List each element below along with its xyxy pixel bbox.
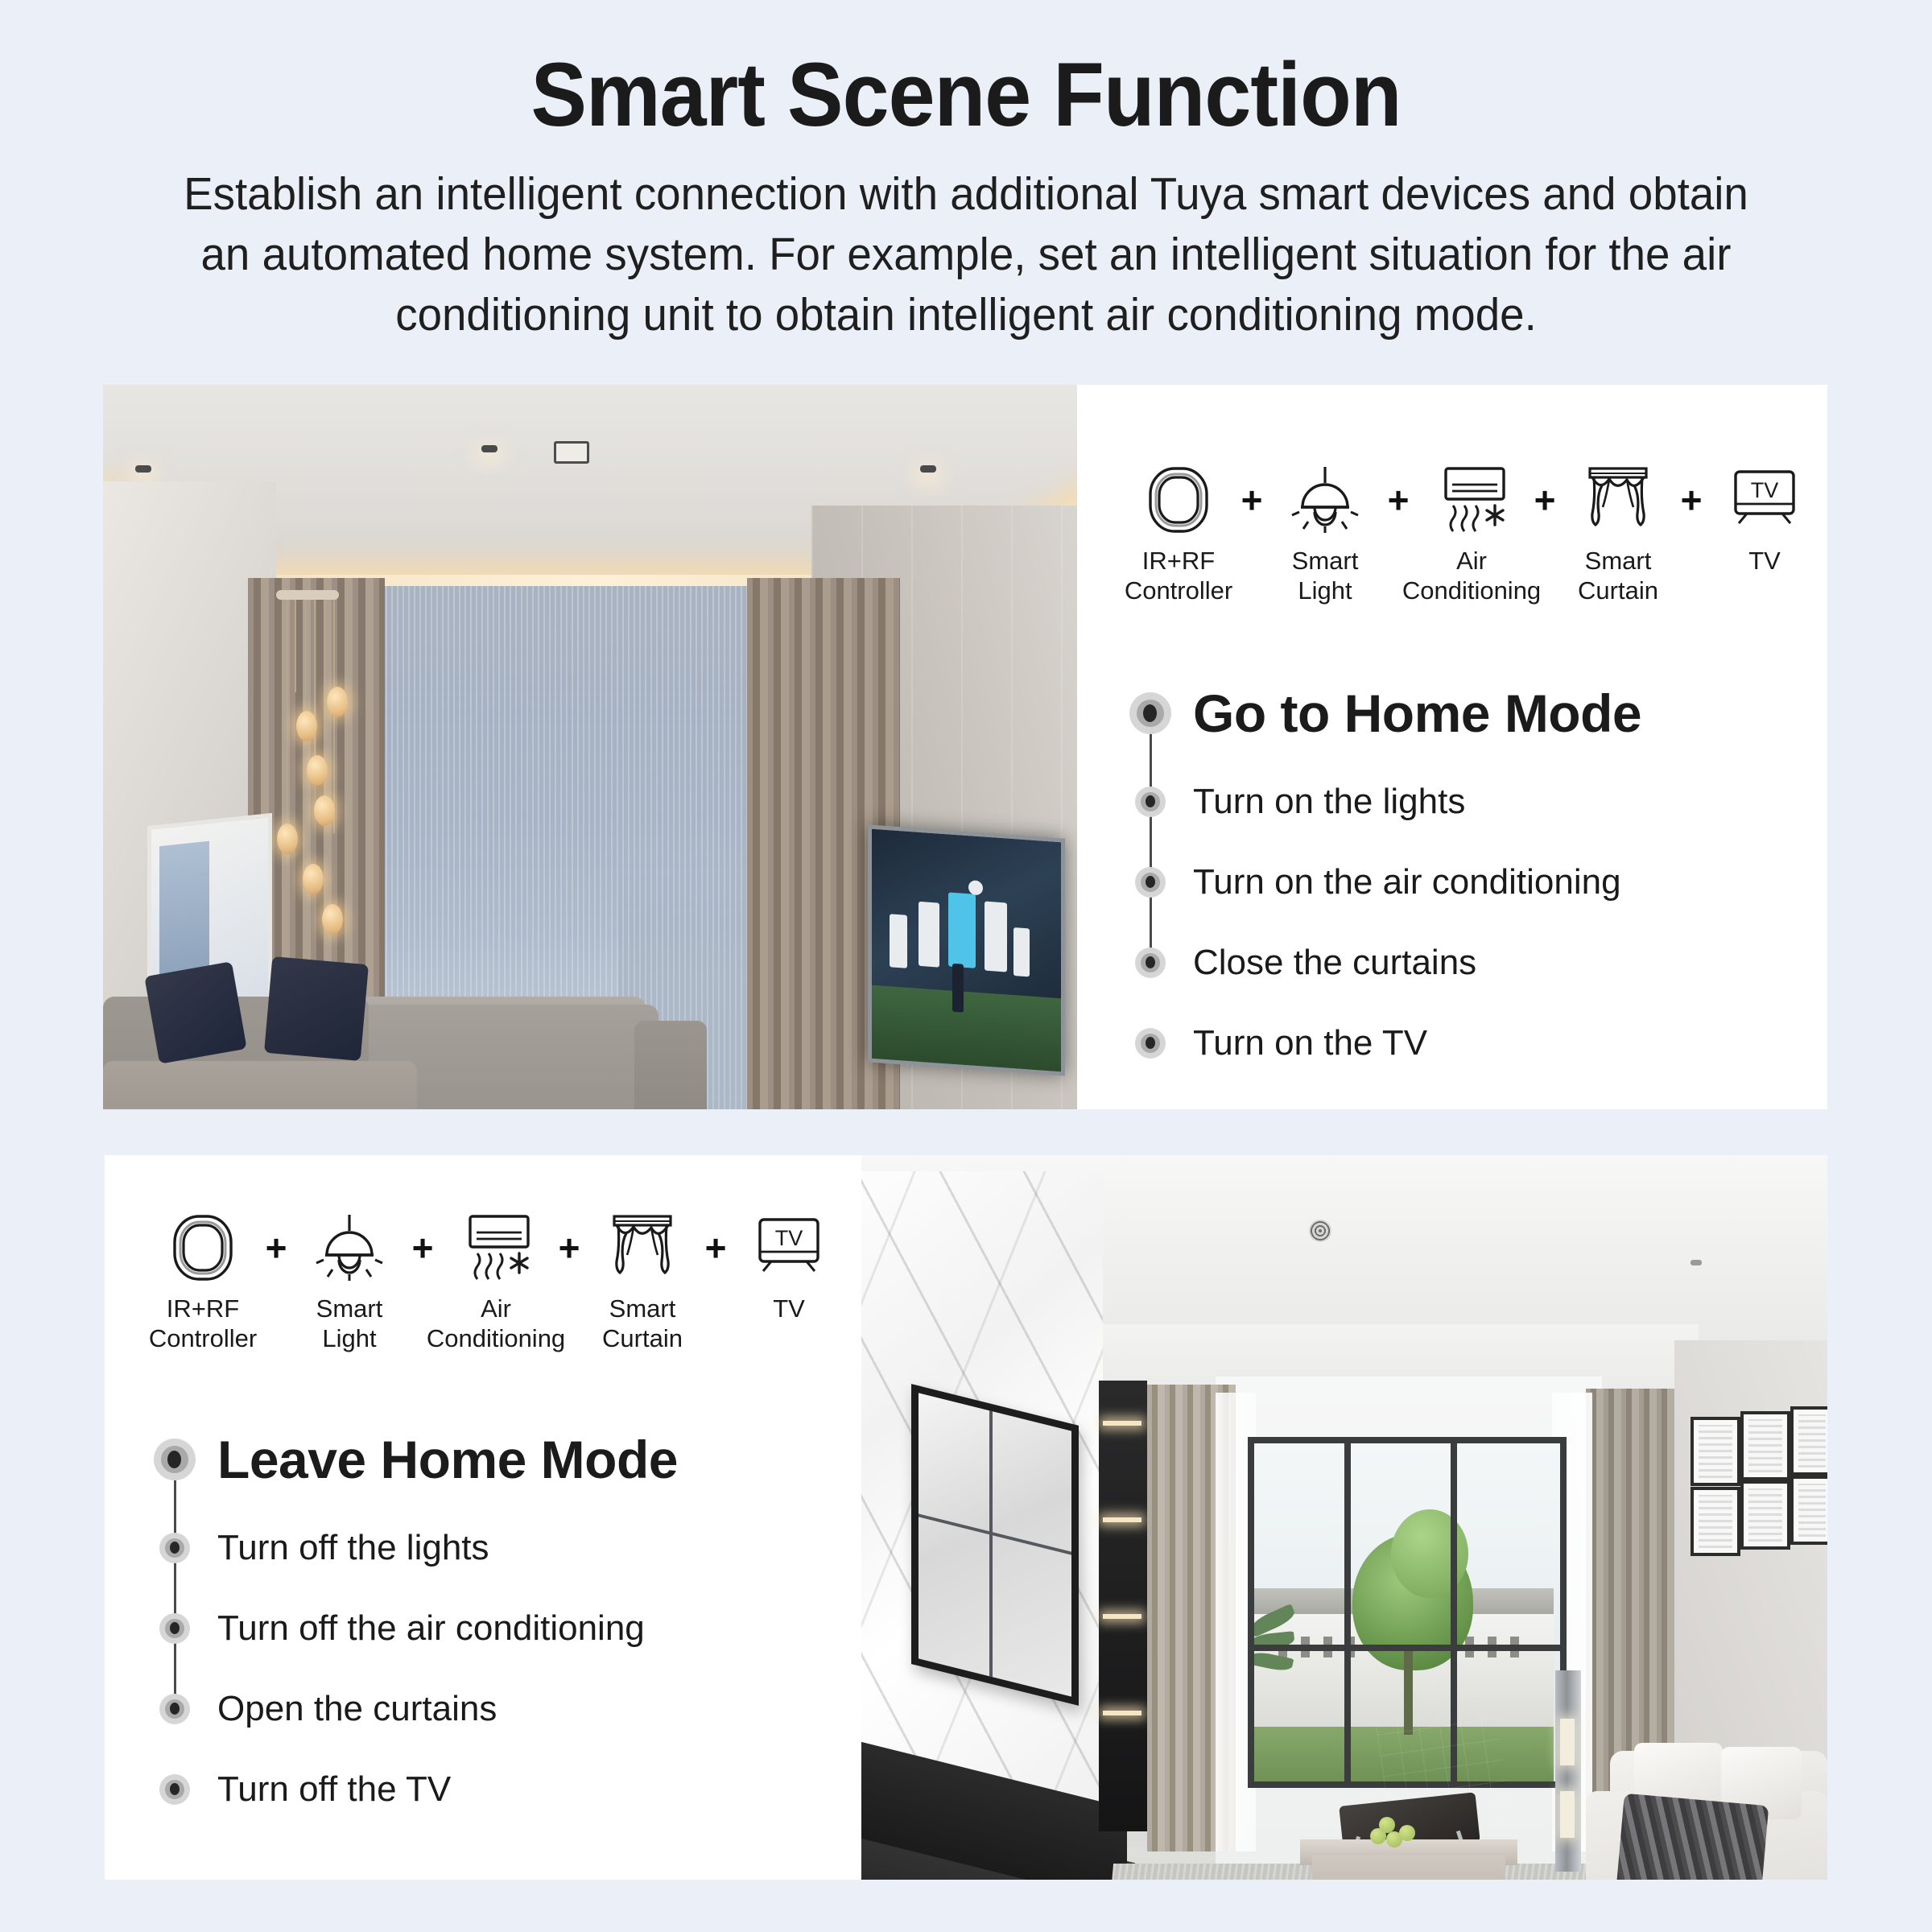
scene-step-label: Turn off the TV (217, 1769, 452, 1809)
device-strip-top: IR+RF Controller + Smart Light + Air Con… (1124, 465, 1816, 605)
air-conditioning-icon (1431, 465, 1512, 535)
timeline-step: Close the curtains (1127, 935, 1819, 990)
scene-step-label: Turn off the lights (217, 1528, 489, 1567)
scene-title: Go to Home Mode (1193, 683, 1642, 743)
device-label: Air Conditioning (1402, 547, 1542, 605)
tv-on-wall (868, 824, 1065, 1076)
scene-title: Leave Home Mode (217, 1430, 679, 1489)
go-to-home-mode-content: IR+RF Controller + Smart Light + Air Con… (1077, 385, 1827, 1109)
plus-separator-2: + (1387, 479, 1410, 521)
scene-card-go-to-home-mode: IR+RF Controller + Smart Light + Air Con… (103, 385, 1827, 1109)
timeline-bullet-icon (151, 1686, 198, 1732)
timeline-step: Open the curtains (151, 1682, 844, 1736)
device-label: TV (773, 1294, 805, 1323)
device-smart-light[interactable]: Smart Light (1274, 465, 1377, 605)
smart-light-icon (1289, 465, 1361, 535)
timeline-heading-row: Leave Home Mode (151, 1421, 844, 1498)
header: Smart Scene Function Establish an intell… (0, 0, 1932, 345)
leave-home-mode-content: IR+RF Controller + Smart Light + Air Con… (105, 1155, 861, 1880)
tv-icon: TV (752, 1213, 826, 1282)
device-air-conditioning[interactable]: Air Conditioning (427, 1213, 565, 1353)
device-smart-curtain[interactable]: Smart Curtain (1567, 465, 1670, 605)
scene-step-label: Turn on the air conditioning (1193, 862, 1621, 902)
scene-step-label: Open the curtains (217, 1689, 497, 1728)
page-title: Smart Scene Function (530, 44, 1402, 145)
scene-step-label: Turn on the lights (1193, 782, 1466, 821)
smart-curtain-icon (1583, 465, 1653, 535)
device-label: Air Conditioning (426, 1294, 566, 1352)
device-label: Smart Light (316, 1294, 383, 1352)
plus-separator-2: + (411, 1227, 434, 1269)
scene-step-label: Turn off the air conditioning (217, 1608, 645, 1648)
timeline-bullet-icon (151, 1766, 198, 1813)
plus-separator-4: + (1680, 479, 1703, 521)
timeline-bullet-icon (1127, 859, 1174, 906)
page-root: Smart Scene Function Establish an intell… (0, 0, 1932, 1932)
device-label: TV (1748, 547, 1781, 575)
scene-step-label: Turn on the TV (1193, 1023, 1428, 1063)
timeline-step: Turn on the air conditioning (1127, 855, 1819, 910)
leave-home-mode-timeline: Leave Home Mode Turn off the lights Turn… (151, 1421, 844, 1817)
timeline-bullet-icon (1127, 1020, 1174, 1067)
scene-card-leave-home-mode: IR+RF Controller + Smart Light + Air Con… (105, 1155, 1827, 1880)
timeline-bullet-icon (151, 1605, 198, 1652)
device-strip-bottom: IR+RF Controller + Smart Light + Air Con… (148, 1213, 840, 1353)
page-description: Establish an intelligent connection with… (184, 168, 1748, 341)
timeline-heading-row: Go to Home Mode (1127, 675, 1819, 752)
device-smart-light[interactable]: Smart Light (298, 1213, 401, 1353)
device-tv[interactable]: TV TV (737, 1213, 840, 1323)
go-to-home-mode-timeline: Go to Home Mode Turn on the lights Turn … (1127, 675, 1819, 1071)
plus-separator-1: + (265, 1227, 287, 1269)
device-label: Smart Curtain (602, 1294, 683, 1352)
device-label: Smart Light (1291, 547, 1359, 605)
device-smart-curtain[interactable]: Smart Curtain (591, 1213, 694, 1353)
timeline-step: Turn off the TV (151, 1762, 844, 1817)
svg-text:TV: TV (1751, 478, 1779, 502)
device-ir-rf-controller[interactable]: IR+RF Controller (1124, 465, 1233, 605)
timeline-step: Turn off the air conditioning (151, 1601, 844, 1656)
device-air-conditioning[interactable]: Air Conditioning (1402, 465, 1541, 605)
timeline-step: Turn on the lights (1127, 774, 1819, 829)
device-label: IR+RF Controller (1124, 547, 1233, 605)
device-tv[interactable]: TV TV (1713, 465, 1816, 576)
device-label: IR+RF Controller (148, 1294, 258, 1352)
timeline-bullet-icon (1127, 939, 1174, 986)
plus-separator-4: + (704, 1227, 727, 1269)
timeline-step: Turn on the TV (1127, 1016, 1819, 1071)
tv-off (911, 1384, 1079, 1706)
device-ir-rf-controller[interactable]: IR+RF Controller (148, 1213, 258, 1353)
plus-separator-3: + (558, 1227, 580, 1269)
daytime-living-room-photo (861, 1155, 1827, 1880)
tv-icon: TV (1728, 465, 1802, 535)
plus-separator-3: + (1534, 479, 1556, 521)
ir-rf-controller-icon (1146, 465, 1211, 535)
timeline-bullet-icon (151, 1525, 198, 1571)
plus-separator-1: + (1241, 479, 1263, 521)
smart-light-icon (313, 1213, 386, 1282)
evening-living-room-photo (103, 385, 1077, 1109)
svg-text:TV: TV (775, 1226, 803, 1250)
device-label: Smart Curtain (1578, 547, 1658, 605)
timeline-step: Turn off the lights (151, 1521, 844, 1575)
timeline-bullet-icon (1127, 690, 1174, 737)
ir-rf-controller-icon (171, 1213, 235, 1282)
timeline-bullet-icon (1127, 778, 1174, 825)
air-conditioning-icon (456, 1213, 536, 1282)
smart-curtain-icon (608, 1213, 677, 1282)
timeline-bullet-icon (151, 1436, 198, 1483)
scene-step-label: Close the curtains (1193, 943, 1477, 982)
